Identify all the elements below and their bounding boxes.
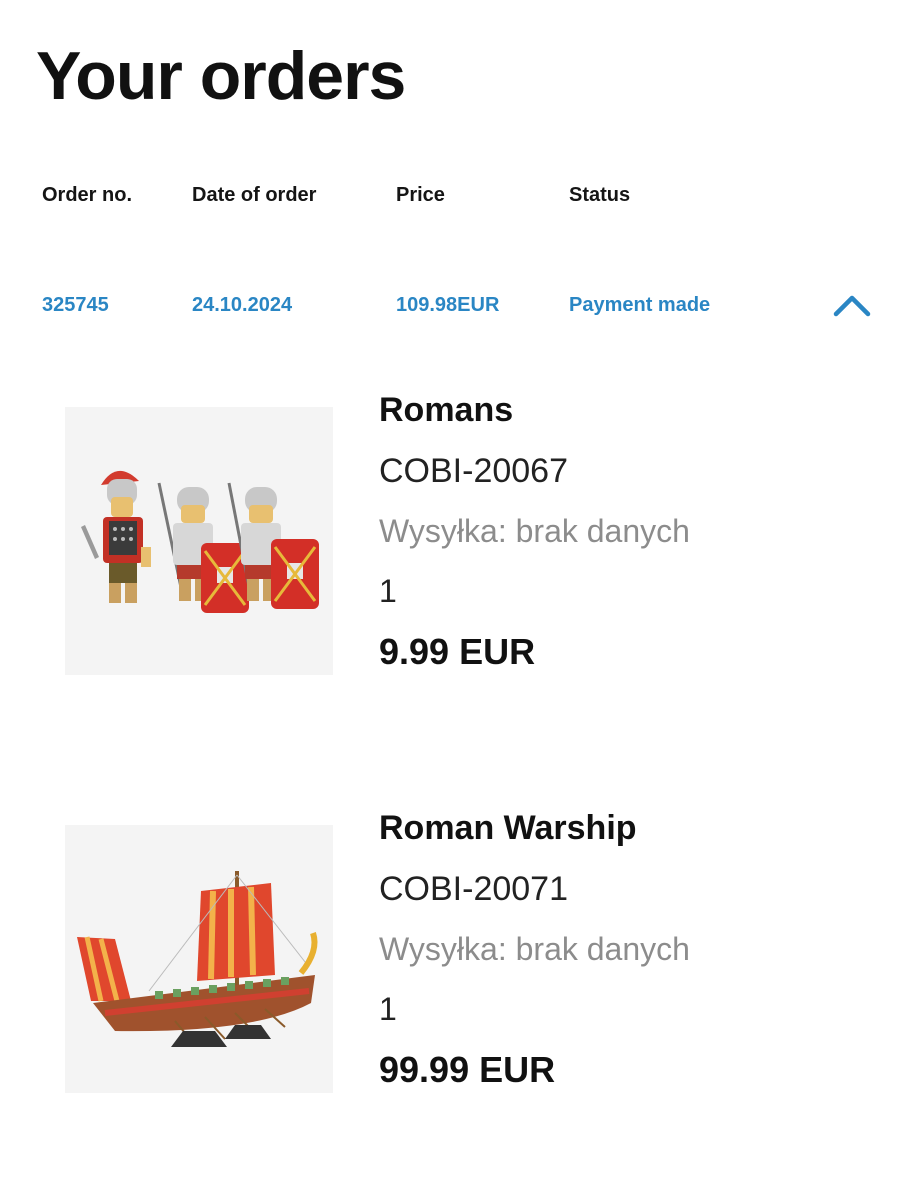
orders-page: Your orders Order no. Date of order Pric… <box>0 0 913 1200</box>
order-item: Romans COBI-20067 Wysyłka: brak danych 1… <box>0 386 913 686</box>
header-status: Status <box>569 184 631 206</box>
product-quantity: 1 <box>379 991 397 1027</box>
page-title: Your orders <box>36 38 406 114</box>
order-status[interactable]: Payment made <box>569 286 710 324</box>
roman-soldiers-figures-image <box>81 470 319 613</box>
collapse-order-button[interactable] <box>830 288 874 324</box>
orders-table-header: Order no. Date of order Price Status <box>0 178 913 212</box>
product-price: 9.99 EUR <box>379 631 536 672</box>
shipping-info: Wysyłka: brak danych <box>379 513 690 549</box>
order-number-link[interactable]: 325745 <box>42 286 109 324</box>
product-info: Romans COBI-20067 Wysyłka: brak danych 1… <box>379 386 879 676</box>
product-price: 99.99 EUR <box>379 1049 556 1090</box>
order-row[interactable]: 325745 24.10.2024 109.98EUR Payment made <box>0 286 913 324</box>
order-item: Roman Warship COBI-20071 Wysyłka: brak d… <box>0 804 913 1104</box>
product-sku: COBI-20071 <box>379 870 568 908</box>
header-price: Price <box>396 184 445 206</box>
header-date: Date of order <box>192 184 317 206</box>
product-sku: COBI-20067 <box>379 452 568 490</box>
order-price[interactable]: 109.98EUR <box>396 286 499 324</box>
product-image-romans[interactable] <box>65 407 333 675</box>
product-image-roman-warship[interactable] <box>65 825 333 1093</box>
product-name[interactable]: Roman Warship <box>379 804 879 852</box>
order-date[interactable]: 24.10.2024 <box>192 286 292 324</box>
shipping-info: Wysyłka: brak danych <box>379 931 690 967</box>
chevron-up-icon <box>833 295 871 317</box>
header-order-no: Order no. <box>42 184 133 206</box>
roman-warship-model-image <box>77 871 318 1047</box>
product-quantity: 1 <box>379 573 397 609</box>
product-info: Roman Warship COBI-20071 Wysyłka: brak d… <box>379 804 879 1094</box>
product-name[interactable]: Romans <box>379 386 879 434</box>
